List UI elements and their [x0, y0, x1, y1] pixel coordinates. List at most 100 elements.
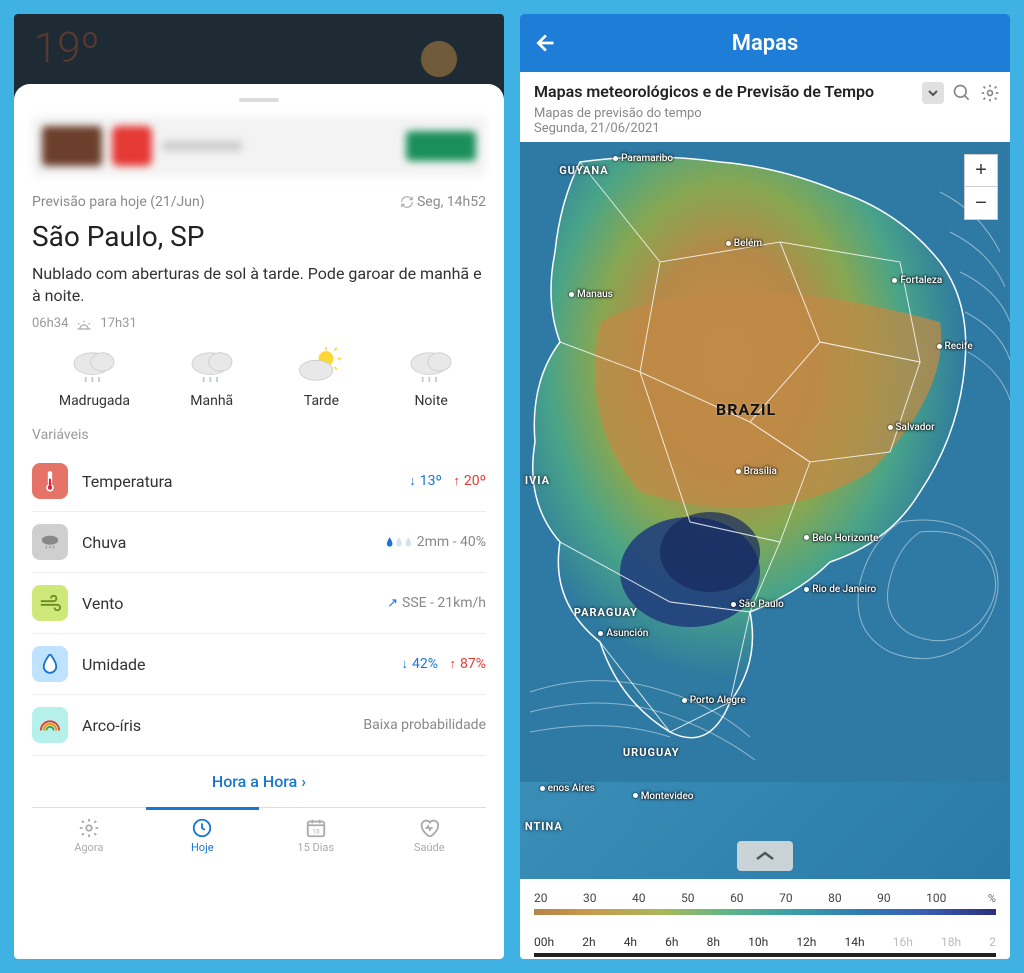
back-arrow-icon[interactable]: [534, 30, 560, 56]
arrow-up-icon: ↑: [453, 473, 460, 489]
phone-maps: Mapas Mapas meteorológicos e de Previsão…: [520, 14, 1010, 959]
period-manha[interactable]: Manhã: [184, 347, 240, 409]
period-label: Tarde: [304, 393, 339, 409]
map-city-label: Paramaribo: [613, 153, 673, 164]
humidity-low: 42%: [412, 656, 438, 672]
dropdown-toggle[interactable]: [922, 82, 944, 104]
chevron-up-icon: [754, 849, 776, 863]
map-city-label: Belo Horizonte: [804, 533, 878, 544]
timeline-tick[interactable]: 10h: [748, 935, 768, 949]
var-wind[interactable]: Vento ↗ SSE - 21km/h: [32, 573, 486, 634]
city-name: São Paulo, SP: [32, 220, 486, 253]
timeline-tick[interactable]: 2: [989, 935, 996, 949]
sunset-time: 17h31: [100, 316, 136, 331]
period-madrugada[interactable]: Madrugada: [59, 347, 130, 409]
timeline-tick[interactable]: 18h: [941, 935, 961, 949]
legend-scale: 2030405060708090100%: [534, 891, 996, 905]
map-country-label: NTINA: [525, 820, 563, 833]
drag-handle[interactable]: [239, 98, 279, 102]
legend-value: 100: [926, 891, 946, 905]
period-tarde[interactable]: Tarde: [293, 347, 349, 409]
timeline-tick[interactable]: 6h: [665, 935, 678, 949]
subheader-date: Segunda, 21/06/2021: [534, 121, 996, 136]
bottom-nav: Agora Hoje 15 15 Dias Saúde: [32, 807, 486, 863]
var-value: ↗ SSE - 21km/h: [387, 595, 486, 611]
arrow-up-icon: ↑: [450, 656, 457, 672]
subheader-tools: [922, 82, 1000, 104]
heart-icon: [418, 817, 440, 839]
legend-value: 20: [534, 891, 548, 905]
timeline-tick[interactable]: 14h: [845, 935, 865, 949]
maps-header: Mapas: [520, 14, 1010, 72]
ad-banner[interactable]: [32, 116, 486, 176]
nav-health[interactable]: Saúde: [373, 808, 487, 863]
humidity-high: 87%: [460, 656, 486, 672]
nav-today[interactable]: Hoje: [146, 808, 260, 863]
zoom-out-button[interactable]: −: [965, 187, 997, 219]
svg-text:15: 15: [312, 828, 320, 836]
map-city-label: Belém: [726, 238, 762, 249]
maps-subheader: Mapas meteorológicos e de Previsão de Te…: [520, 72, 1010, 142]
temp-low: 13º: [420, 473, 442, 489]
map-country-label: URUGUAY: [623, 746, 680, 759]
hour-by-hour-link[interactable]: Hora a Hora ›: [32, 756, 486, 807]
humidity-icon: [32, 646, 68, 682]
nav-label: 15 Dias: [297, 841, 334, 854]
chevron-down-icon: [927, 87, 939, 99]
period-noite[interactable]: Noite: [403, 347, 459, 409]
legend-unit: %: [988, 892, 996, 905]
gear-icon: [78, 817, 100, 839]
search-icon[interactable]: [952, 83, 972, 103]
map-country-label: IVIA: [525, 474, 550, 487]
var-name: Arco-íris: [82, 716, 349, 735]
clock-icon: [191, 817, 213, 839]
drops-icon: [385, 536, 413, 548]
timeline-tick[interactable]: 2h: [582, 935, 595, 949]
nav-15days[interactable]: 15 15 Dias: [259, 808, 373, 863]
legend-value: 50: [681, 891, 695, 905]
var-humidity[interactable]: Umidade ↓42% ↑87%: [32, 634, 486, 695]
legend-value: 80: [828, 891, 842, 905]
rainbow-icon: [32, 707, 68, 743]
map-city-label: Manaus: [569, 289, 613, 300]
map-country-label: BRAZIL: [716, 400, 776, 419]
timeline-bar: [534, 953, 996, 957]
background-temp: 19º: [14, 14, 504, 84]
legend-value: 30: [583, 891, 597, 905]
map-city-label: Montevideo: [633, 791, 694, 802]
zoom-in-button[interactable]: +: [965, 155, 997, 187]
sun-times: 06h34 17h31: [32, 316, 486, 331]
nav-label: Hoje: [191, 841, 214, 854]
map-city-label: Brasília: [736, 466, 777, 477]
updated-time: Seg, 14h52: [417, 194, 486, 210]
gear-icon[interactable]: [980, 83, 1000, 103]
timeline[interactable]: 00h 2h 4h 6h 8h 10h 12h 14h 16h 18h 2: [534, 929, 996, 951]
pull-up-handle[interactable]: [737, 841, 793, 871]
nav-now[interactable]: Agora: [32, 808, 146, 863]
sunrise-sunset-icon: [74, 317, 94, 331]
timeline-tick[interactable]: 4h: [624, 935, 637, 949]
cloud-rain-icon: [184, 347, 240, 387]
var-rain[interactable]: Chuva 2mm - 40%: [32, 512, 486, 573]
var-name: Vento: [82, 594, 373, 613]
var-name: Temperatura: [82, 472, 395, 491]
legend-gradient: [534, 909, 996, 915]
sun-peek-graphic: [414, 34, 464, 84]
var-rainbow[interactable]: Arco-íris Baixa probabilidade: [32, 695, 486, 756]
nav-label: Agora: [74, 841, 103, 854]
var-temperature[interactable]: Temperatura ↓13º ↑20º: [32, 451, 486, 512]
timeline-tick[interactable]: 8h: [707, 935, 720, 949]
legend-value: 70: [779, 891, 793, 905]
calendar-icon: 15: [305, 817, 327, 839]
timeline-tick[interactable]: 16h: [893, 935, 913, 949]
chevron-right-icon: ›: [301, 772, 306, 791]
map-city-label: Fortaleza: [892, 275, 942, 286]
subheader-subtitle: Mapas de previsão do tempo: [534, 106, 996, 121]
timeline-tick[interactable]: 12h: [796, 935, 816, 949]
forecast-description: Nublado com aberturas de sol à tarde. Po…: [32, 263, 486, 306]
refresh-icon: [400, 195, 414, 209]
timeline-tick[interactable]: 00h: [534, 935, 554, 949]
hour-link-label: Hora a Hora: [212, 772, 297, 791]
weather-map[interactable]: + − BRAZILPARAGUAYURUGUAYGUYANAIVIANTINA…: [520, 142, 1010, 879]
map-city-label: Salvador: [888, 422, 935, 433]
